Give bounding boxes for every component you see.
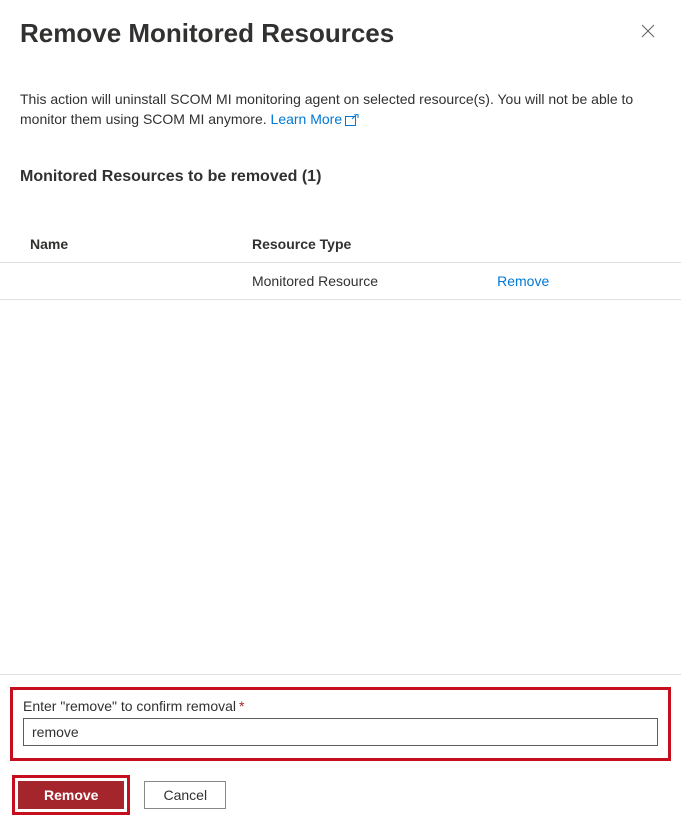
remove-button[interactable]: Remove [18,781,124,809]
col-name: Name [0,226,252,263]
row-remove-link[interactable]: Remove [497,273,549,289]
close-icon[interactable] [635,18,661,44]
confirm-label: Enter "remove" to confirm removal* [23,698,658,714]
required-asterisk: * [239,698,244,714]
confirm-block: Enter "remove" to confirm removal* [10,687,671,761]
confirm-input[interactable] [23,718,658,746]
divider [0,674,681,675]
col-resource-type: Resource Type [252,226,497,263]
resources-table: Name Resource Type Monitored Resource Re… [0,226,681,300]
dialog-description: This action will uninstall SCOM MI monit… [0,59,681,132]
col-action [497,226,681,263]
table-row: Monitored Resource Remove [0,262,681,299]
cell-resource-type: Monitored Resource [252,262,497,299]
resources-subheading: Monitored Resources to be removed (1) [0,132,681,186]
remove-button-highlight: Remove [12,775,130,815]
learn-more-link[interactable]: Learn More [271,111,360,127]
external-link-icon [345,111,359,131]
dialog-title: Remove Monitored Resources [20,18,394,49]
cell-name [0,262,252,299]
cancel-button[interactable]: Cancel [144,781,226,809]
